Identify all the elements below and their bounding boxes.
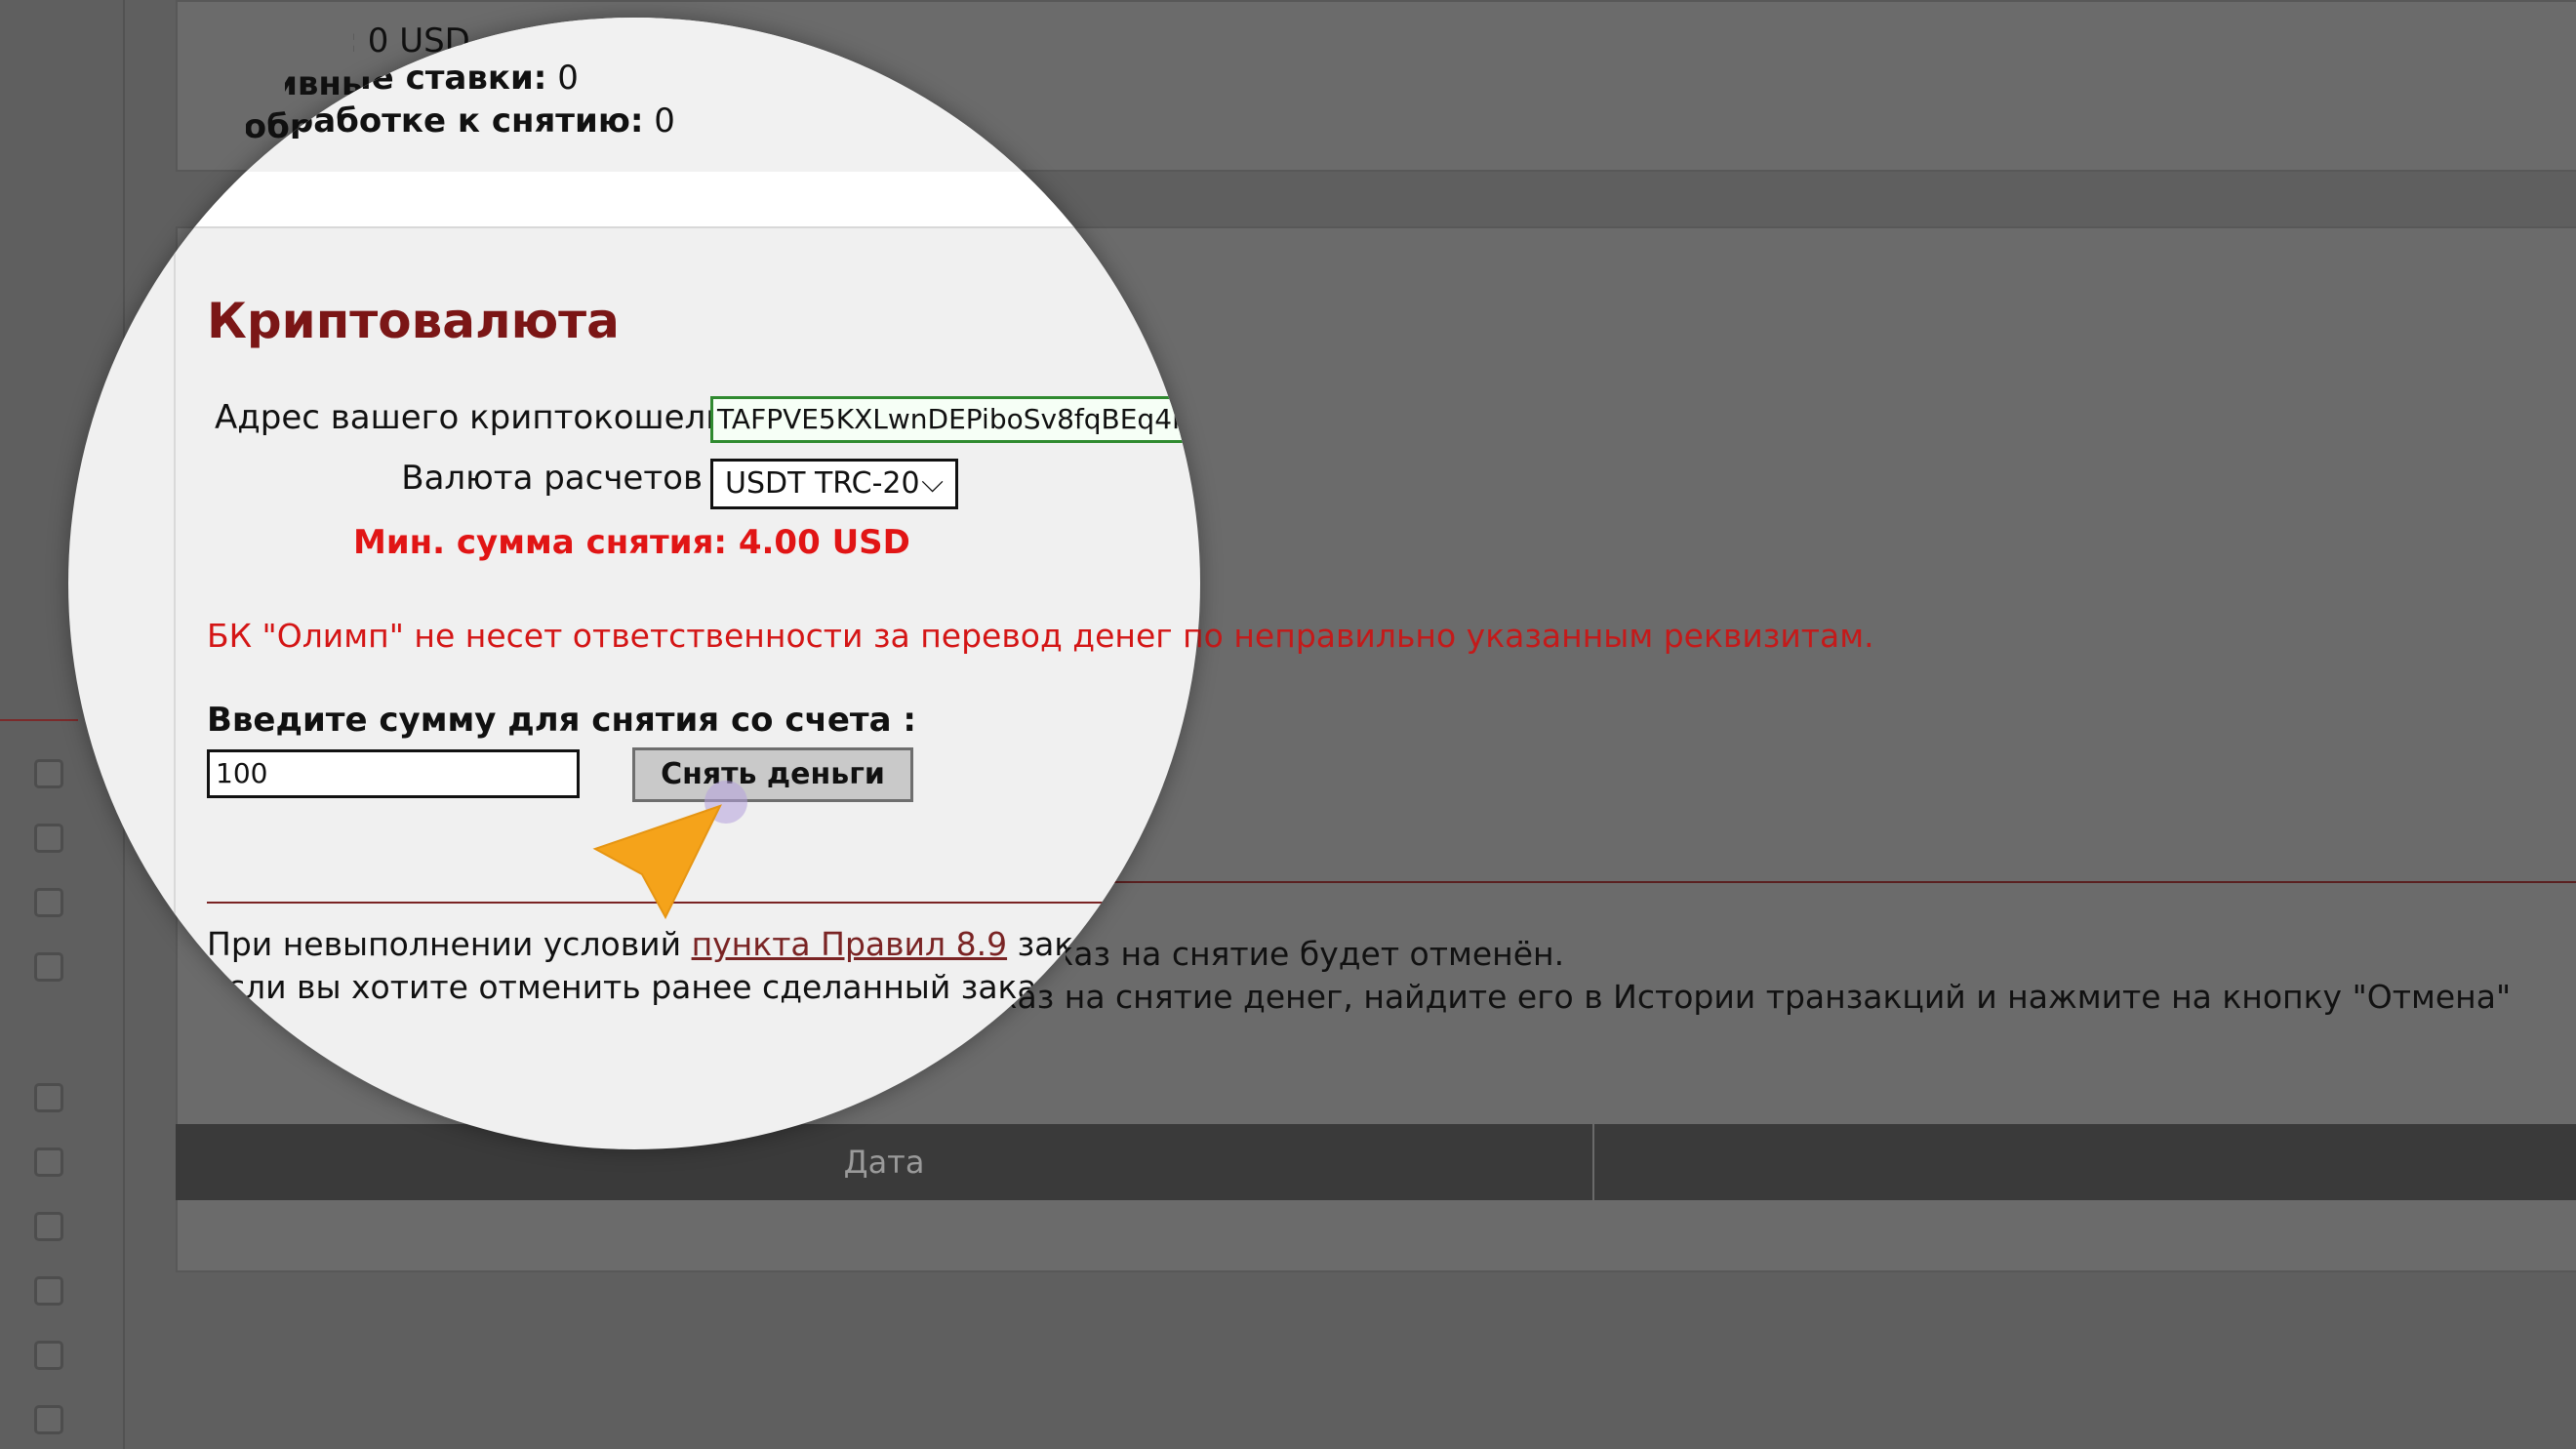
sidebar-checkbox[interactable]: [34, 1341, 63, 1370]
sidebar-checkbox[interactable]: [34, 759, 63, 788]
sidebar-checkbox[interactable]: [34, 888, 63, 917]
sidebar-checkbox[interactable]: [34, 1083, 63, 1112]
min-withdraw-amount: Мин. сумма снятия: 4.00 USD: [353, 523, 910, 562]
pending-label: В обработке к снятию:: [207, 101, 644, 141]
magnifier-lens: Баланс: 0 USD Активные ставки: 0 В обраб…: [68, 18, 1200, 1149]
sidebar-checkbox[interactable]: [34, 824, 63, 853]
balance-label: Баланс:: [207, 18, 357, 55]
cancel-note: Если вы хотите отменить ранее сделанный …: [207, 968, 1200, 1006]
sidebar-checkbox[interactable]: [34, 952, 63, 982]
sidebar-checkbox[interactable]: [34, 1276, 63, 1306]
sidebar-checkbox[interactable]: [34, 1212, 63, 1241]
section-title: Криптовалюта: [207, 293, 620, 349]
active-bets-value: 0: [557, 59, 579, 98]
active-bets-label: Активные ставки:: [207, 59, 547, 98]
amount-label: Введите сумму для снятия со счета :: [207, 701, 916, 740]
column-separator: [1592, 1124, 1594, 1200]
active-bets-row: Активные ставки: 0: [207, 59, 579, 98]
balance-value: 0 USD: [367, 18, 470, 55]
disclaimer: БК "Олимп" не несет ответственности за п…: [207, 617, 1200, 655]
balance-row: Баланс: 0 USD: [207, 18, 470, 55]
pending-value: 0: [654, 101, 675, 141]
rules-link[interactable]: пункта Правил 8.9: [692, 925, 1008, 963]
sidebar-checkbox[interactable]: [34, 1147, 63, 1177]
sidebar-divider: [0, 719, 78, 721]
currency-selected: USDT TRC-20: [725, 466, 920, 501]
wallet-address-input[interactable]: TAFPVE5KXLwnDEPiboSv8fqBEq4MwejAck: [710, 396, 1200, 443]
sidebar-checkbox[interactable]: [34, 1405, 63, 1434]
chevron-down-icon: ⌵: [921, 465, 944, 500]
pending-row: В обработке к снятию: 0: [207, 101, 675, 141]
currency-select[interactable]: USDT TRC-20 ⌵: [710, 459, 958, 509]
withdraw-amount-input[interactable]: 100: [207, 749, 580, 798]
currency-label: Валюта расчетов: [401, 459, 703, 498]
wallet-label: Адрес вашего криптокошелька: [215, 398, 766, 437]
pointer-arrow-icon: [592, 804, 722, 920]
